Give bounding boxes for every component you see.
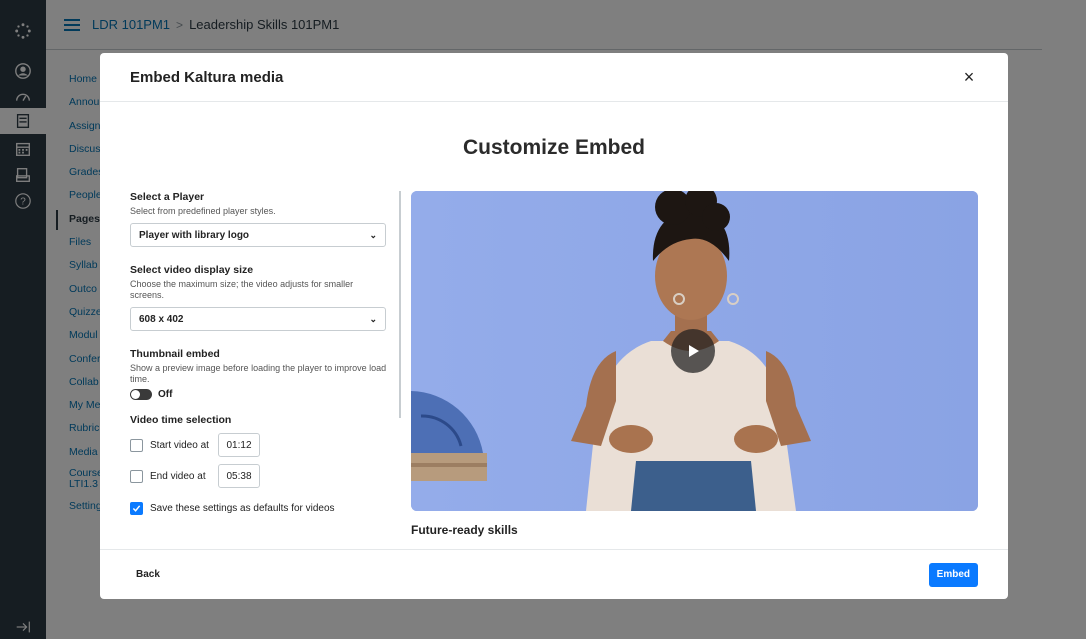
end-time-row: End video at 05:38 — [130, 464, 388, 488]
chevron-down-icon: ⌄ — [369, 313, 377, 324]
display-size-select[interactable]: 608 x 402 ⌄ — [130, 307, 386, 331]
modal-header: Embed Kaltura media × — [100, 53, 1008, 102]
thumbnail-toggle[interactable] — [130, 389, 152, 400]
panel-scrollbar[interactable] — [399, 191, 401, 418]
start-time-label: Start video at — [150, 439, 209, 451]
end-time-checkbox[interactable] — [130, 469, 143, 483]
video-title: Future-ready skills — [411, 523, 518, 537]
chevron-down-icon: ⌄ — [369, 229, 377, 240]
save-defaults-label: Save these settings as defaults for vide… — [150, 503, 335, 514]
checkmark-icon — [132, 505, 141, 512]
player-select-value: Player with library logo — [139, 229, 250, 241]
save-defaults-checkbox[interactable] — [130, 502, 143, 515]
play-icon — [689, 345, 699, 357]
start-time-checkbox[interactable] — [130, 438, 143, 452]
end-time-input[interactable]: 05:38 — [218, 464, 260, 488]
player-label: Select a Player — [130, 191, 205, 203]
thumbnail-help: Show a preview image before loading the … — [130, 363, 387, 384]
save-defaults-row: Save these settings as defaults for vide… — [130, 502, 388, 515]
start-time-row: Start video at 01:12 — [130, 433, 388, 457]
player-help: Select from predefined player styles. — [130, 206, 276, 216]
time-selection-label: Video time selection — [130, 414, 232, 426]
modal-body: Customize Embed Select a Player Select f… — [100, 102, 1008, 549]
embed-modal: Embed Kaltura media × Customize Embed Se… — [100, 53, 1008, 599]
settings-panel: Select a Player Select from predefined p… — [130, 191, 388, 515]
display-size-label: Select video display size — [130, 264, 254, 276]
thumbnail-label: Thumbnail embed — [130, 348, 220, 360]
thumbnail-toggle-row: Off — [130, 389, 388, 400]
display-size-help: Choose the maximum size; the video adjus… — [130, 279, 354, 300]
back-button[interactable]: Back — [136, 569, 160, 580]
end-time-label: End video at — [150, 470, 206, 482]
thumbnail-toggle-text: Off — [158, 389, 173, 400]
play-button[interactable] — [671, 329, 715, 373]
display-size-value: 608 x 402 — [139, 313, 184, 325]
modal-title: Embed Kaltura media — [130, 68, 284, 86]
modal-footer: Back Embed — [100, 549, 1008, 599]
player-select[interactable]: Player with library logo ⌄ — [130, 223, 386, 247]
video-preview[interactable] — [411, 191, 978, 511]
start-time-input[interactable]: 01:12 — [218, 433, 260, 457]
customize-heading: Customize Embed — [462, 136, 646, 159]
embed-button[interactable]: Embed — [928, 562, 978, 587]
close-icon[interactable]: × — [960, 68, 978, 86]
